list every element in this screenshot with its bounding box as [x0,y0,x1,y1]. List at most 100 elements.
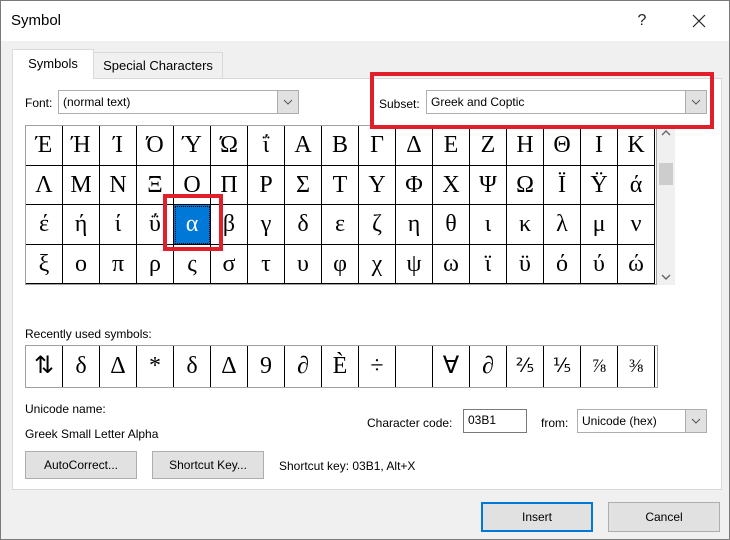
symbol-cell[interactable]: ψ [396,244,433,284]
symbol-cell[interactable]: Ι [581,126,618,166]
from-dropdown-button[interactable] [685,410,706,432]
recent-symbol-cell[interactable]: δ [174,346,211,387]
symbol-cell[interactable]: Ί [100,126,137,166]
symbol-cell[interactable]: Ή [63,126,100,166]
symbol-cell[interactable]: λ [544,205,581,245]
autocorrect-button[interactable]: AutoCorrect... [25,451,137,479]
symbol-cell[interactable]: ι [470,205,507,245]
symbol-cell[interactable]: Κ [618,126,655,166]
symbol-cell[interactable]: ό [544,244,581,284]
symbol-cell-selected[interactable]: α [174,205,211,245]
symbol-cell[interactable]: σ [211,244,248,284]
help-button[interactable]: ? [627,7,657,35]
symbol-cell[interactable]: Θ [544,126,581,166]
symbol-grid[interactable]: ΈΉΊΌΎΏΐΑΒΓΔΕΖΗΘΙΚ ΛΜΝΞΟΠΡΣΤΥΦΧΨΩΪΫά έήίΰαβ… [25,125,657,285]
recent-symbol-cell[interactable]: ⅜ [618,346,655,387]
symbol-cell[interactable]: Π [211,165,248,205]
recent-symbol-cell[interactable]: È [322,346,359,387]
scroll-down-button[interactable] [657,269,675,285]
font-dropdown-button[interactable] [277,91,298,113]
symbol-cell[interactable]: ΰ [137,205,174,245]
symbol-cell[interactable]: ρ [137,244,174,284]
symbol-cell[interactable]: ά [618,165,655,205]
symbol-cell[interactable]: Ό [137,126,174,166]
recent-symbol-cell[interactable]: δ [63,346,100,387]
tab-special-characters[interactable]: Special Characters [93,52,223,78]
recent-symbol-cell[interactable]: ∀ [433,346,470,387]
insert-button[interactable]: Insert [481,502,593,532]
symbol-cell[interactable]: ύ [581,244,618,284]
symbol-cell[interactable]: έ [26,205,63,245]
symbol-cell[interactable]: Δ [396,126,433,166]
recent-symbol-cell[interactable]: ⅖ [507,346,544,387]
recent-symbol-cell[interactable] [396,346,433,387]
symbol-cell[interactable]: φ [322,244,359,284]
recent-symbol-cell[interactable]: ∂ [285,346,322,387]
symbol-cell[interactable]: ΐ [248,126,285,166]
symbol-cell[interactable]: Ώ [211,126,248,166]
from-select[interactable]: Unicode (hex) [577,409,707,433]
symbol-cell[interactable]: ς [174,244,211,284]
recently-used-symbols[interactable]: ⇅ δ Δ * δ Δ 9 ∂ È ÷ ∀ ∂ ⅖ ⅕ ⅞ ⅜ [25,345,658,388]
recent-symbol-cell[interactable]: 9 [248,346,285,387]
symbol-cell[interactable]: Ύ [174,126,211,166]
symbol-cell[interactable]: Β [322,126,359,166]
symbol-cell[interactable]: Χ [433,165,470,205]
symbol-cell[interactable]: Ξ [137,165,174,205]
symbol-cell[interactable]: ο [63,244,100,284]
subset-select[interactable]: Greek and Coptic [426,90,707,114]
symbol-cell[interactable]: Φ [396,165,433,205]
symbol-cell[interactable]: Γ [359,126,396,166]
tab-symbols[interactable]: Symbols [12,49,94,79]
symbol-cell[interactable]: υ [285,244,322,284]
recent-symbol-cell[interactable]: ⅞ [581,346,618,387]
recent-symbol-cell[interactable]: ⇅ [26,346,63,387]
scroll-up-button[interactable] [657,125,675,141]
symbol-cell[interactable]: Ω [507,165,544,205]
symbol-cell[interactable]: Λ [26,165,63,205]
symbol-cell[interactable]: ϊ [470,244,507,284]
symbol-cell[interactable]: Έ [26,126,63,166]
symbol-cell[interactable]: β [211,205,248,245]
symbol-cell[interactable]: Τ [322,165,359,205]
recent-symbol-cell[interactable]: ∂ [470,346,507,387]
scroll-thumb[interactable] [659,163,673,185]
symbol-cell[interactable]: δ [285,205,322,245]
symbol-cell[interactable]: Ζ [470,126,507,166]
symbol-cell[interactable]: ί [100,205,137,245]
symbol-cell[interactable]: Ε [433,126,470,166]
recent-symbol-cell[interactable]: ÷ [359,346,396,387]
symbol-cell[interactable]: ν [618,205,655,245]
symbol-cell[interactable]: Η [507,126,544,166]
recent-symbol-cell[interactable]: * [137,346,174,387]
font-select[interactable]: (normal text) [58,90,299,114]
symbol-cell[interactable]: η [396,205,433,245]
symbol-cell[interactable]: ε [322,205,359,245]
symbol-cell[interactable]: θ [433,205,470,245]
symbol-cell[interactable]: ϋ [507,244,544,284]
symbol-cell[interactable]: ζ [359,205,396,245]
symbol-grid-scrollbar[interactable] [657,125,675,285]
symbol-cell[interactable]: Ψ [470,165,507,205]
symbol-cell[interactable]: Ϋ [581,165,618,205]
symbol-cell[interactable]: Ρ [248,165,285,205]
symbol-cell[interactable]: ω [433,244,470,284]
cancel-button[interactable]: Cancel [608,502,720,532]
symbol-cell[interactable]: ώ [618,244,655,284]
shortcut-key-button[interactable]: Shortcut Key... [152,451,264,479]
symbol-cell[interactable]: γ [248,205,285,245]
symbol-cell[interactable]: τ [248,244,285,284]
recent-symbol-cell[interactable]: Δ [100,346,137,387]
symbol-cell[interactable]: Υ [359,165,396,205]
symbol-cell[interactable]: Ο [174,165,211,205]
symbol-cell[interactable]: Α [285,126,322,166]
symbol-cell[interactable]: μ [581,205,618,245]
symbol-cell[interactable]: π [100,244,137,284]
symbol-cell[interactable]: κ [507,205,544,245]
close-button[interactable] [681,7,717,35]
symbol-cell[interactable]: ή [63,205,100,245]
recent-symbol-cell[interactable]: ⅕ [544,346,581,387]
symbol-cell[interactable]: Ν [100,165,137,205]
symbol-cell[interactable]: Μ [63,165,100,205]
symbol-cell[interactable]: ξ [26,244,63,284]
